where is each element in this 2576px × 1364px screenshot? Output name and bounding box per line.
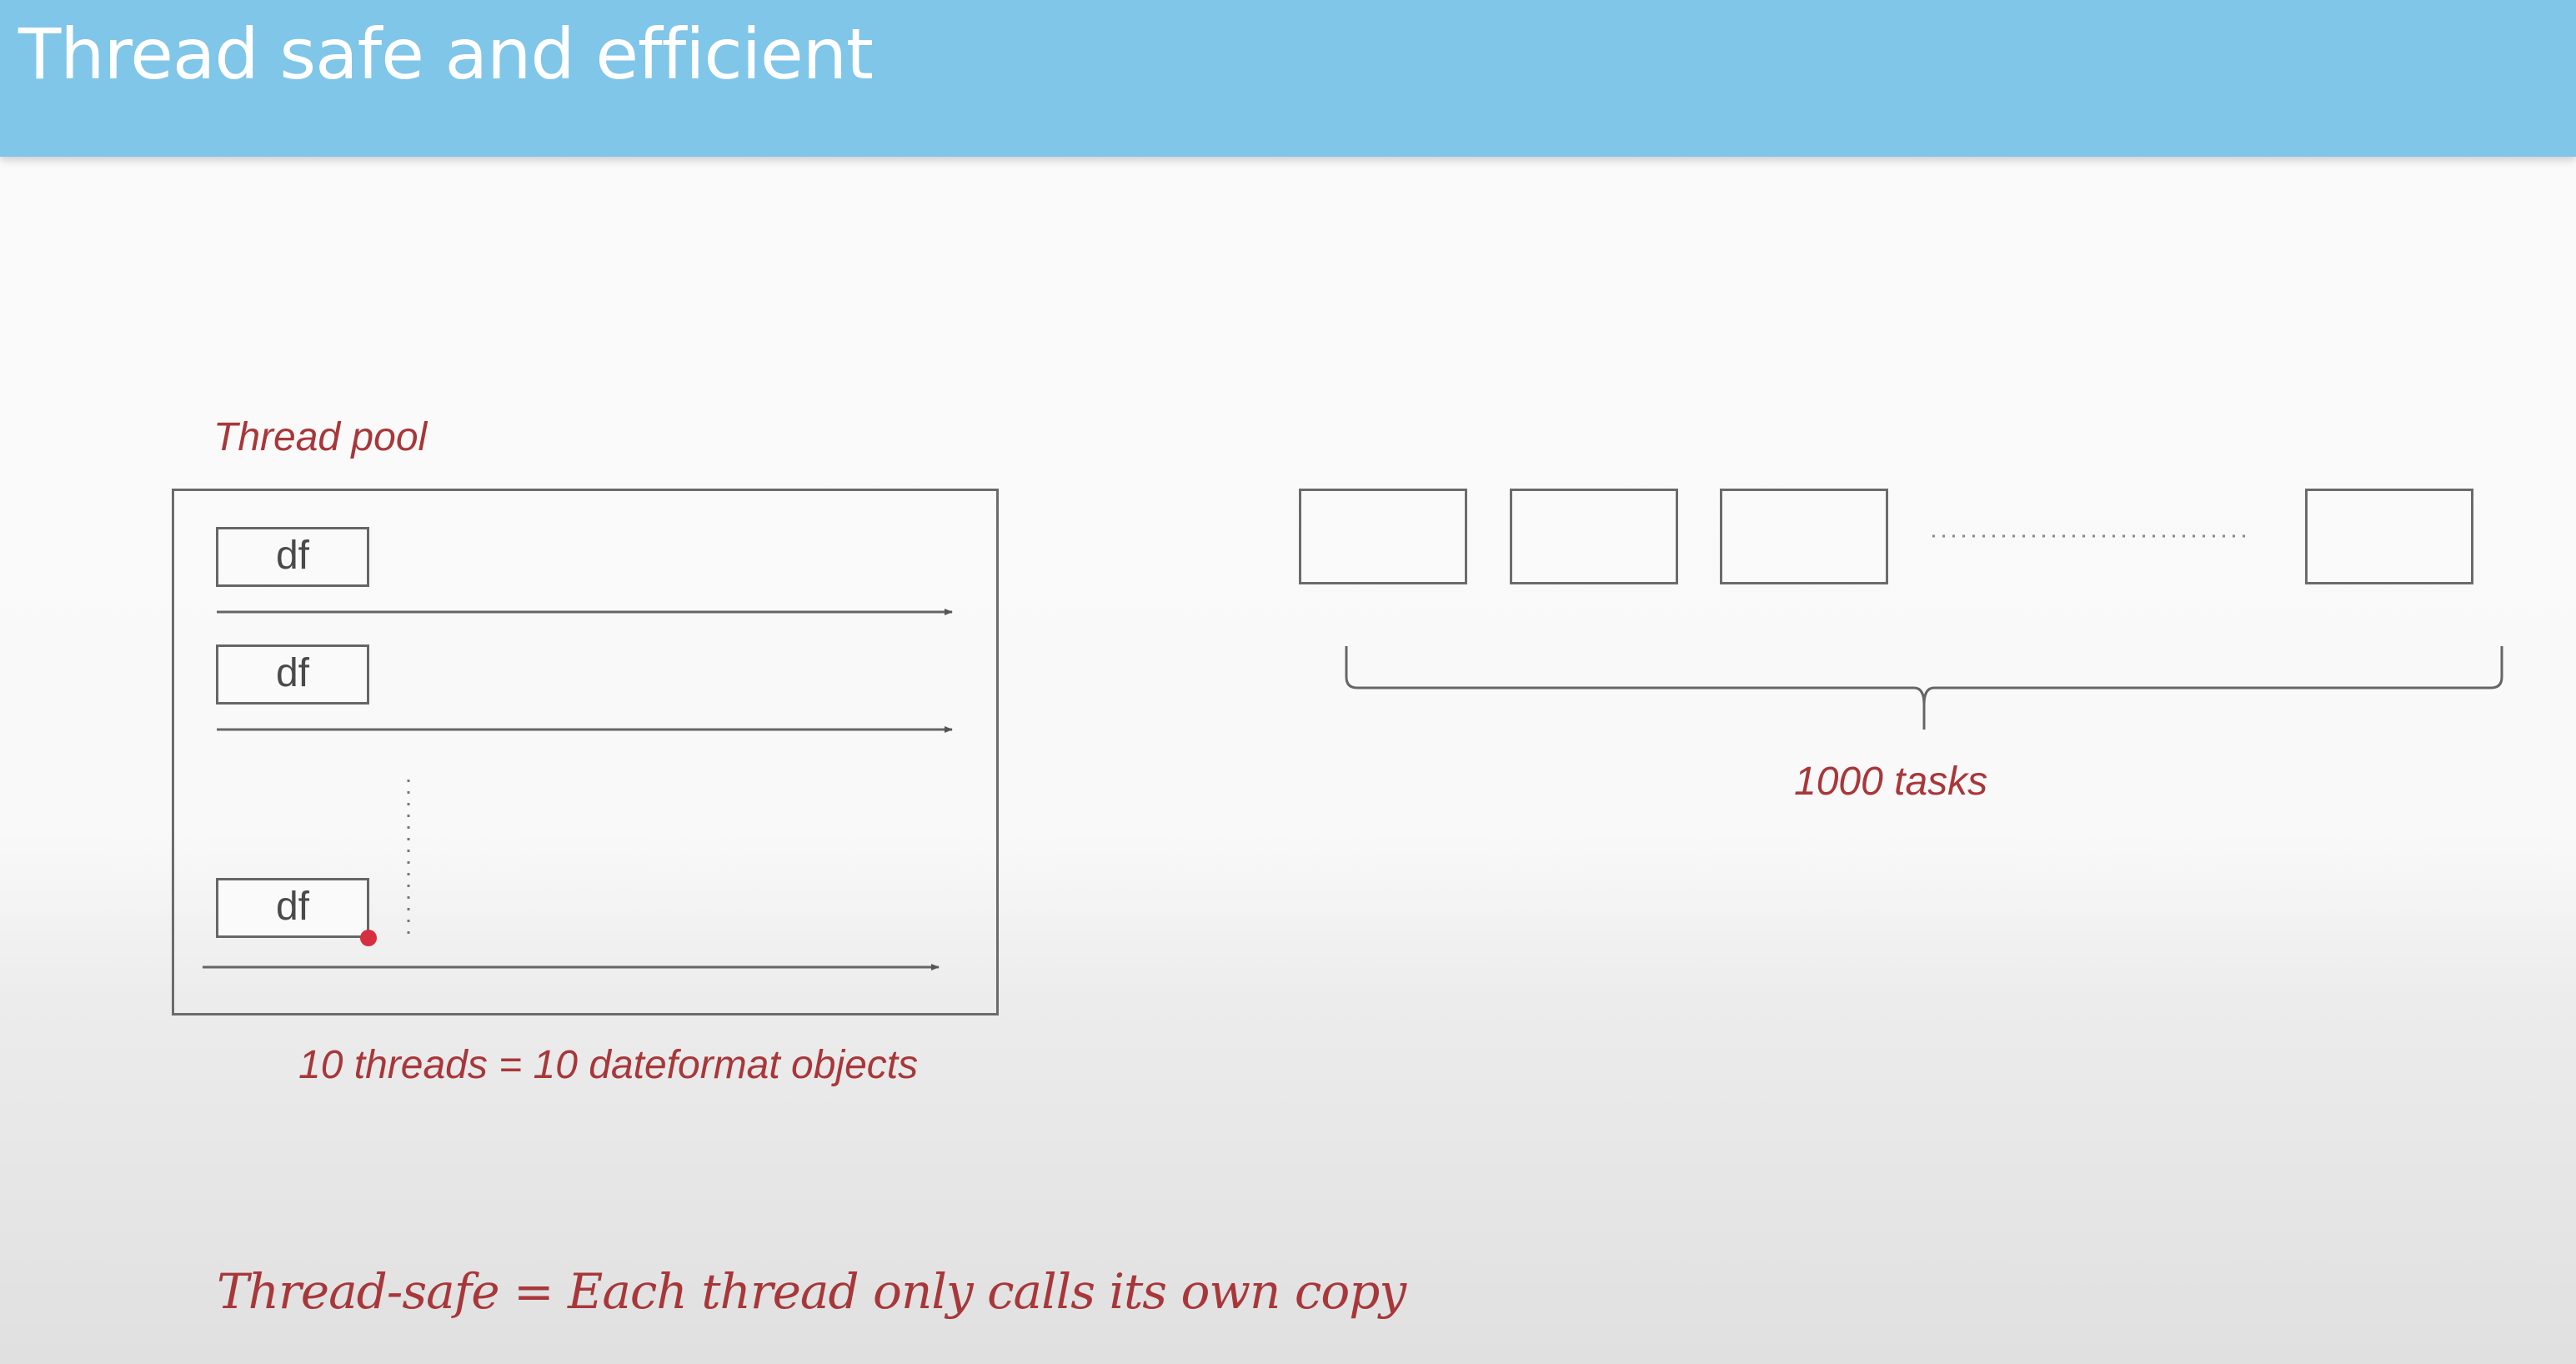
thread-pool-caption: 10 threads = 10 dateformat objects [298,1043,919,1087]
marker-dot [360,930,377,946]
thread-safe-note: Thread-safe = Each thread only calls its… [217,1263,1406,1320]
task-brace [1345,646,2503,730]
tasks-count-label: 1000 tasks [1794,760,1988,804]
diagram-lines [203,534,2503,970]
